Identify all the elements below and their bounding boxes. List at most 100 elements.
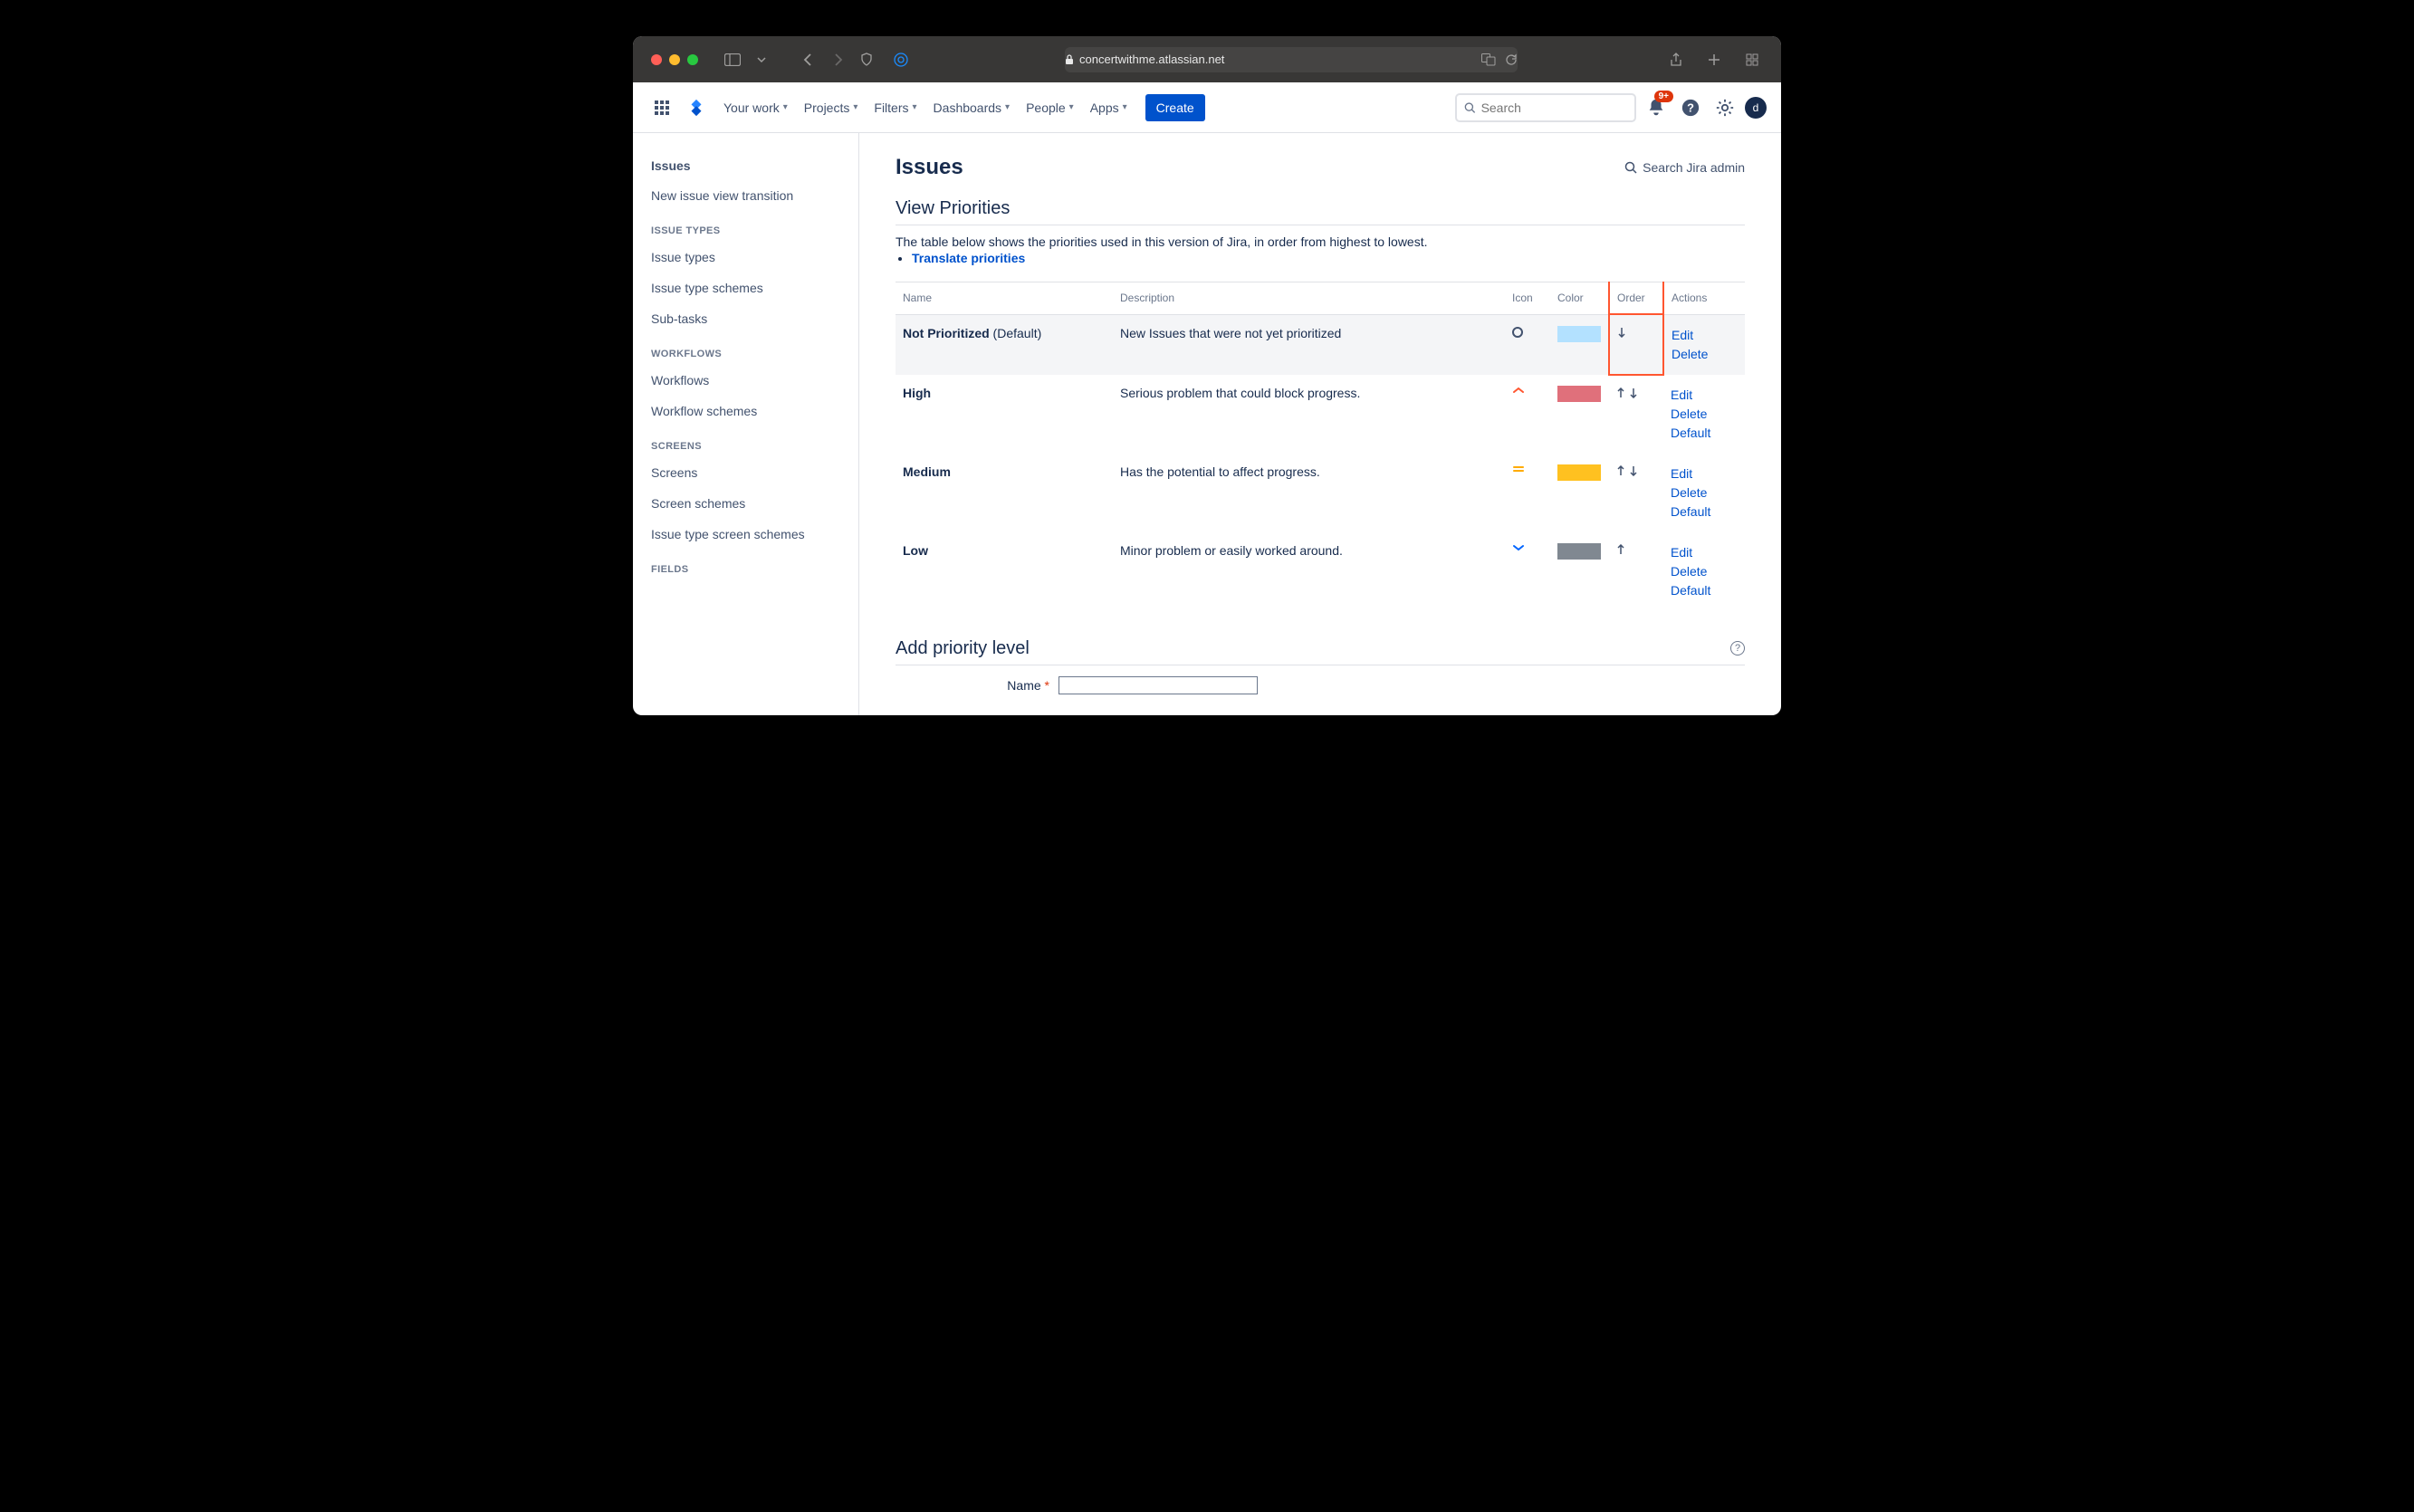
intro-text: The table below shows the priorities use…: [896, 234, 1428, 249]
col-name: Name: [896, 282, 1113, 315]
tab-overview-icon[interactable]: [1741, 49, 1763, 71]
search-jira-admin[interactable]: Search Jira admin: [1624, 160, 1745, 175]
nav-item-people[interactable]: People▾: [1019, 97, 1081, 119]
reload-icon[interactable]: [1505, 53, 1518, 66]
priority-icon-cell: [1505, 314, 1550, 375]
nav-item-label: Your work: [723, 100, 780, 115]
window-minimize-button[interactable]: [669, 54, 680, 65]
table-row: LowMinor problem or easily worked around…: [896, 532, 1745, 611]
priority-color-swatch: [1557, 543, 1601, 560]
order-up-button[interactable]: [1616, 388, 1629, 398]
form-name-input[interactable]: [1059, 676, 1258, 694]
share-icon[interactable]: [1665, 49, 1687, 71]
action-default[interactable]: Default: [1671, 502, 1738, 522]
col-description: Description: [1113, 282, 1505, 315]
help-icon[interactable]: ?: [1730, 641, 1745, 656]
action-edit[interactable]: Edit: [1671, 464, 1738, 483]
create-button[interactable]: Create: [1145, 94, 1205, 121]
lock-icon: [1065, 54, 1074, 65]
sidebar-link-workflow-schemes[interactable]: Workflow schemes: [644, 396, 848, 426]
action-default[interactable]: Default: [1671, 581, 1738, 600]
nav-item-label: Apps: [1090, 100, 1119, 115]
nav-item-your-work[interactable]: Your work▾: [716, 97, 795, 119]
nav-item-dashboards[interactable]: Dashboards▾: [926, 97, 1018, 119]
nav-item-filters[interactable]: Filters▾: [867, 97, 924, 119]
table-row: Not Prioritized (Default)New Issues that…: [896, 314, 1745, 375]
action-edit[interactable]: Edit: [1671, 386, 1738, 405]
sidebar-group-issue-types: ISSUE TYPES: [644, 211, 848, 242]
order-up-button[interactable]: [1616, 544, 1629, 555]
new-tab-icon[interactable]: [1703, 49, 1725, 71]
action-delete[interactable]: Delete: [1671, 562, 1738, 581]
chevron-down-icon: ▾: [913, 102, 917, 112]
table-row: HighSerious problem that could block pro…: [896, 375, 1745, 454]
notifications-badge: 9+: [1654, 91, 1673, 102]
form-title-text: Add priority level: [896, 638, 1030, 659]
top-nav: Your work▾Projects▾Filters▾Dashboards▾Pe…: [633, 82, 1781, 133]
order-down-button[interactable]: [1629, 465, 1642, 476]
sidebar-link-issue-type-schemes[interactable]: Issue type schemes: [644, 273, 848, 303]
password-icon[interactable]: [890, 49, 912, 71]
back-button[interactable]: [798, 49, 819, 71]
action-default[interactable]: Default: [1671, 424, 1738, 443]
chevron-down-icon: ▾: [853, 102, 857, 112]
form-title: Add priority level ?: [896, 638, 1745, 665]
sidebar-group-screens: SCREENS: [644, 426, 848, 457]
col-actions: Actions: [1663, 282, 1745, 315]
action-edit[interactable]: Edit: [1672, 326, 1738, 345]
window-close-button[interactable]: [651, 54, 662, 65]
order-down-button[interactable]: [1617, 327, 1630, 338]
priority-description: Has the potential to affect progress.: [1113, 454, 1505, 532]
nav-item-apps[interactable]: Apps▾: [1083, 97, 1135, 119]
priority-none-icon: [1512, 327, 1523, 338]
sidebar-group-workflows: WORKFLOWS: [644, 334, 848, 365]
nav-item-label: Projects: [804, 100, 850, 115]
sidebar-link-sub-tasks[interactable]: Sub-tasks: [644, 303, 848, 334]
browser-window: concertwithme.atlassian.net: [633, 36, 1781, 715]
search-icon: [1624, 161, 1637, 174]
notifications-button[interactable]: 9+: [1642, 93, 1671, 122]
sidebar-toggle-icon[interactable]: [722, 49, 743, 71]
action-edit[interactable]: Edit: [1671, 543, 1738, 562]
page-title: Issues: [896, 155, 963, 180]
priority-color-swatch: [1557, 464, 1601, 481]
jira-logo-icon[interactable]: [682, 93, 711, 122]
forward-button[interactable]: [827, 49, 848, 71]
priority-icon-cell: [1505, 454, 1550, 532]
sidebar-link-issue-type-screen-schemes[interactable]: Issue type screen schemes: [644, 519, 848, 550]
sidebar-link-issue-types[interactable]: Issue types: [644, 242, 848, 273]
sidebar-link-new-issue-view-transition[interactable]: New issue view transition: [644, 180, 848, 211]
settings-button[interactable]: [1710, 93, 1739, 122]
nav-item-projects[interactable]: Projects▾: [797, 97, 866, 119]
priority-icon-cell: [1505, 532, 1550, 611]
window-zoom-button[interactable]: [687, 54, 698, 65]
action-delete[interactable]: Delete: [1671, 483, 1738, 502]
sidebar-link-screen-schemes[interactable]: Screen schemes: [644, 488, 848, 519]
chevron-down-icon[interactable]: [751, 49, 772, 71]
url-bar[interactable]: concertwithme.atlassian.net: [1065, 47, 1518, 72]
profile-avatar[interactable]: d: [1745, 97, 1767, 119]
browser-chrome: concertwithme.atlassian.net: [633, 36, 1781, 82]
priority-high-icon: [1512, 386, 1525, 395]
sidebar-link-screens[interactable]: Screens: [644, 457, 848, 488]
section-title: View Priorities: [896, 198, 1745, 225]
url-text: concertwithme.atlassian.net: [1079, 53, 1224, 66]
order-up-button[interactable]: [1616, 465, 1629, 476]
app-switcher-icon[interactable]: [647, 93, 676, 122]
action-delete[interactable]: Delete: [1671, 405, 1738, 424]
sidebar-title: Issues: [644, 151, 848, 180]
global-search-input[interactable]: [1481, 100, 1627, 115]
translate-priorities-link[interactable]: Translate priorities: [912, 251, 1025, 265]
action-delete[interactable]: Delete: [1672, 345, 1738, 364]
order-down-button[interactable]: [1629, 388, 1642, 398]
shield-icon[interactable]: [856, 49, 877, 71]
nav-item-label: Dashboards: [934, 100, 1002, 115]
chevron-down-icon: ▾: [1069, 102, 1074, 112]
priority-description: New Issues that were not yet prioritized: [1113, 314, 1505, 375]
priority-color-swatch: [1557, 386, 1601, 402]
global-search[interactable]: [1455, 93, 1636, 122]
translate-icon[interactable]: [1481, 53, 1496, 66]
sidebar-link-workflows[interactable]: Workflows: [644, 365, 848, 396]
form-name-label: Name *: [896, 678, 1059, 693]
help-button[interactable]: ?: [1676, 93, 1705, 122]
